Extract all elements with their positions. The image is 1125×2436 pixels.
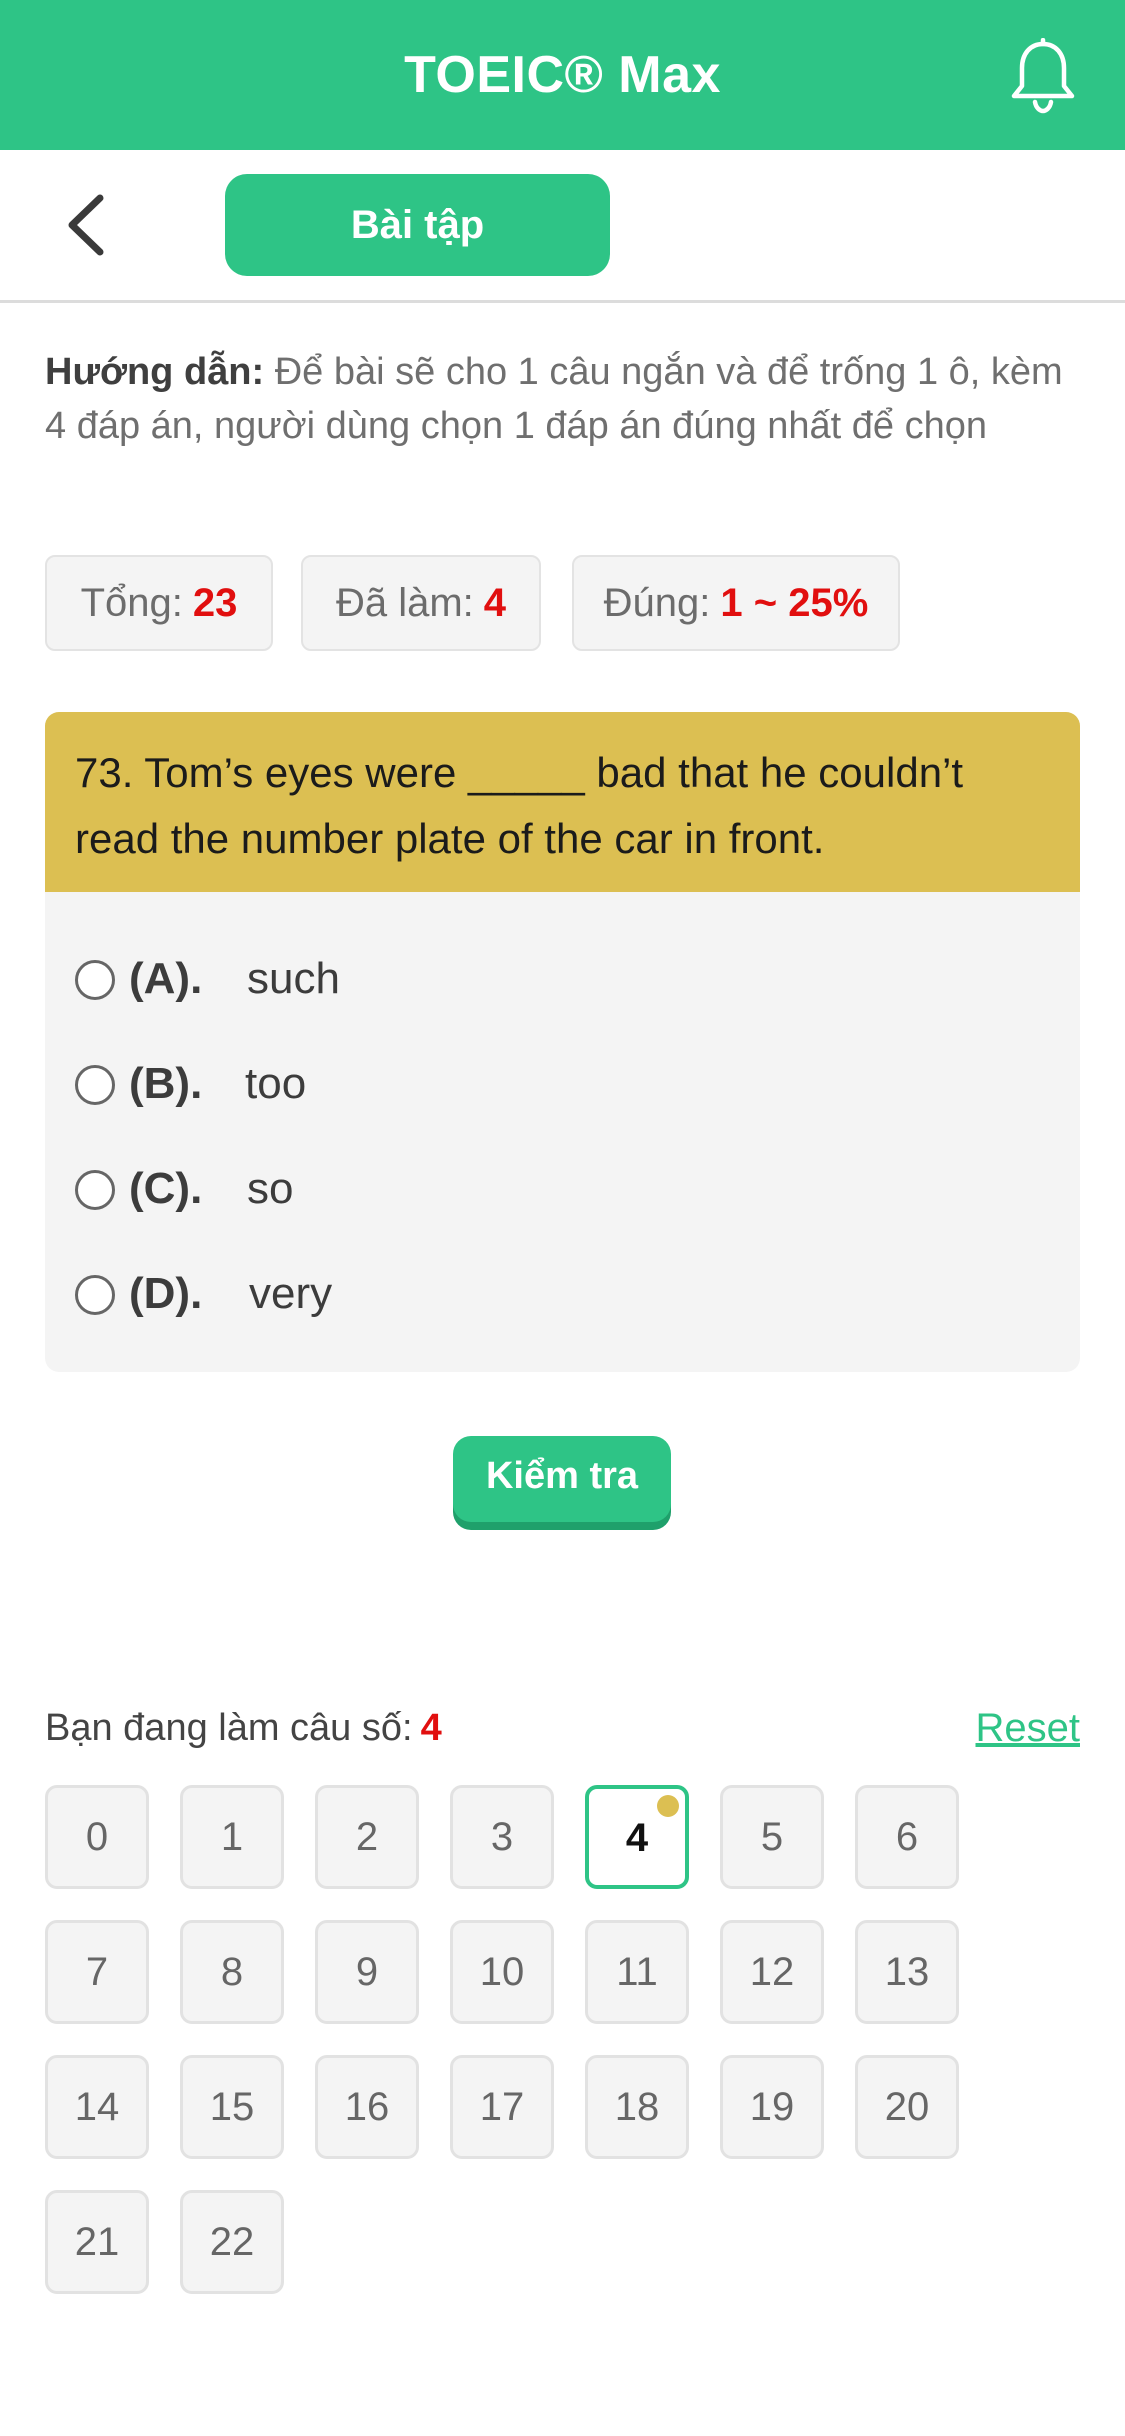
stat-correct-value: 1 ~ 25% — [720, 581, 869, 625]
option-text: so — [247, 1164, 294, 1213]
stat-total-label: Tổng: — [80, 581, 183, 625]
question-card: 73. Tom’s eyes were _____ bad that he co… — [45, 712, 1080, 1372]
bell-icon[interactable] — [1008, 38, 1078, 114]
instructions: Hướng dẫn: Để bài sẽ cho 1 câu ngắn và đ… — [45, 345, 1080, 453]
option-letter: (C). — [129, 1164, 203, 1213]
question-number-button[interactable]: 14 — [45, 2055, 149, 2159]
stat-correct-label: Đúng: — [603, 581, 711, 625]
stat-correct: Đúng: 1 ~ 25% — [572, 555, 900, 651]
question-number-button[interactable]: 22 — [180, 2190, 284, 2294]
option-letter: (B). — [129, 1059, 203, 1108]
radio-button[interactable] — [75, 1170, 115, 1210]
question-number-button[interactable]: 1 — [180, 1785, 284, 1889]
question-number-button[interactable]: 13 — [855, 1920, 959, 2024]
question-number-button[interactable]: 0 — [45, 1785, 149, 1889]
option-b[interactable]: (B). too — [75, 1049, 1035, 1119]
reset-link[interactable]: Reset — [960, 1700, 1081, 1756]
stat-done-value: 4 — [483, 581, 507, 625]
tab-exercises[interactable]: Bài tập — [225, 174, 610, 276]
question-number-button[interactable]: 4 — [585, 1785, 689, 1889]
question-number-button[interactable]: 16 — [315, 2055, 419, 2159]
question-number-button[interactable]: 20 — [855, 2055, 959, 2159]
option-text: too — [245, 1059, 307, 1108]
question-number-button[interactable]: 19 — [720, 2055, 824, 2159]
radio-button[interactable] — [75, 1275, 115, 1315]
current-question-value: 4 — [420, 1707, 442, 1749]
check-button[interactable]: Kiểm tra — [453, 1436, 671, 1522]
option-text: such — [247, 954, 340, 1003]
stat-done: Đã làm: 4 — [301, 555, 541, 651]
option-letter: (A). — [129, 954, 203, 1003]
question-number-button[interactable]: 12 — [720, 1920, 824, 2024]
question-number-button[interactable]: 18 — [585, 2055, 689, 2159]
radio-button[interactable] — [75, 960, 115, 1000]
question-number-button[interactable]: 8 — [180, 1920, 284, 2024]
question-number-button[interactable]: 15 — [180, 2055, 284, 2159]
option-d[interactable]: (D). very — [75, 1259, 1035, 1329]
stat-done-label: Đã làm: — [335, 581, 474, 625]
question-number-button[interactable]: 7 — [45, 1920, 149, 2024]
option-a[interactable]: (A). such — [75, 944, 1035, 1014]
question-number-button[interactable]: 3 — [450, 1785, 554, 1889]
question-number-button[interactable]: 5 — [720, 1785, 824, 1889]
question-number-button[interactable]: 10 — [450, 1920, 554, 2024]
stat-total-value: 23 — [192, 581, 238, 625]
answered-dot-icon — [657, 1795, 679, 1817]
current-question-label: Bạn đang làm câu số: — [45, 1707, 413, 1749]
option-letter: (D). — [129, 1269, 203, 1318]
instructions-lead: Hướng dẫn: — [45, 351, 265, 393]
question-number-button[interactable]: 9 — [315, 1920, 419, 2024]
chevron-left-icon[interactable] — [58, 190, 118, 260]
stat-total: Tổng: 23 — [45, 555, 273, 651]
option-c[interactable]: (C). so — [75, 1154, 1035, 1224]
question-number-button[interactable]: 6 — [855, 1785, 959, 1889]
question-number-button[interactable]: 17 — [450, 2055, 554, 2159]
question-number-button[interactable]: 21 — [45, 2190, 149, 2294]
radio-button[interactable] — [75, 1065, 115, 1105]
option-text: very — [249, 1269, 333, 1318]
question-number-button[interactable]: 2 — [315, 1785, 419, 1889]
current-question-indicator: Bạn đang làm câu số: 4 — [45, 1700, 442, 1756]
app-title: TOEIC® Max — [404, 46, 721, 104]
question-text: 73. Tom’s eyes were _____ bad that he co… — [45, 712, 1080, 892]
question-number-button[interactable]: 11 — [585, 1920, 689, 2024]
